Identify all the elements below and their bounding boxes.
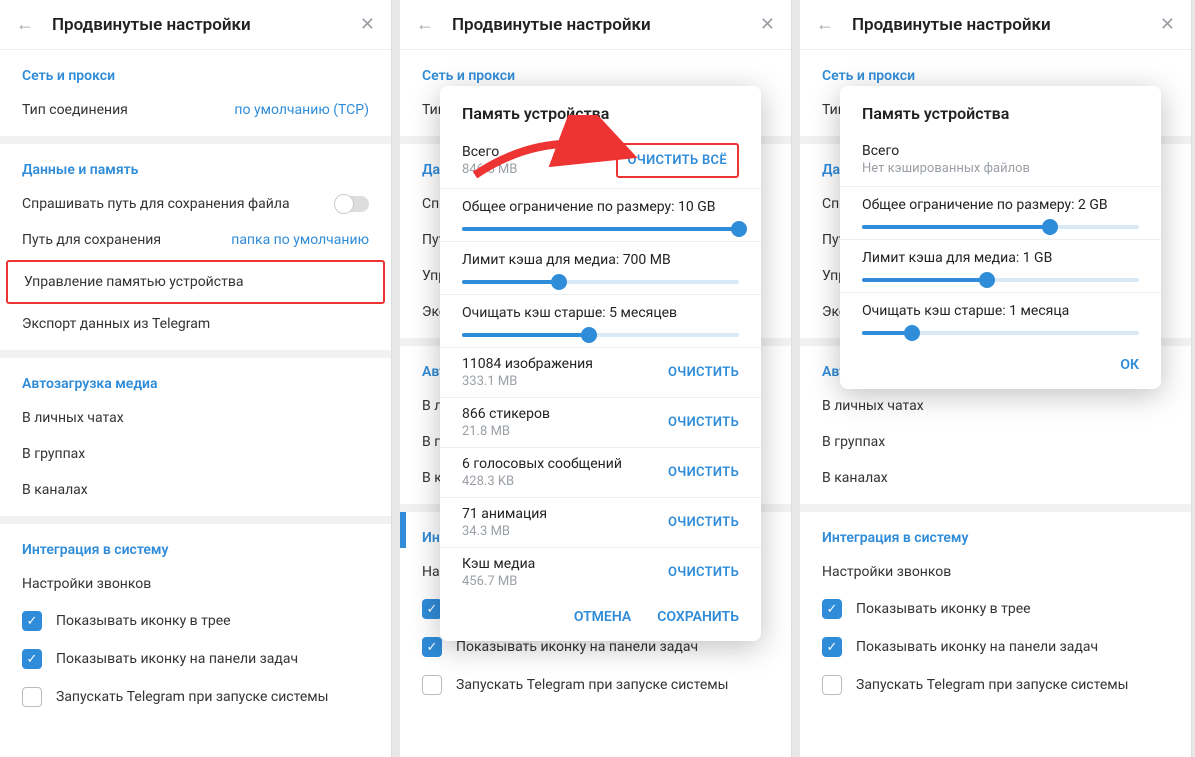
section-system: Интеграция в систему Настройки звонков ✓… — [0, 524, 391, 724]
panel-header: ← Продвинутые настройки ✕ — [0, 0, 391, 50]
media-breakdown-list: 11084 изображения333.1 MB ОЧИСТИТЬ 866 с… — [440, 348, 761, 597]
close-icon[interactable]: ✕ — [760, 14, 775, 35]
section-data: Данные и память Спрашивать путь для сохр… — [0, 144, 391, 358]
clear-all-button[interactable]: ОЧИСТИТЬ ВСЁ — [616, 143, 739, 178]
close-icon[interactable]: ✕ — [1160, 14, 1175, 35]
storage-total-row: Всего 846.5 MB ОЧИСТИТЬ ВСЁ — [440, 133, 761, 189]
dialog-title: Память устройства — [840, 104, 1161, 133]
row-calls[interactable]: Настройки звонков — [0, 566, 391, 602]
panel-title: Продвинутые настройки — [852, 15, 1160, 35]
media-row-images: 11084 изображения333.1 MB ОЧИСТИТЬ — [440, 348, 761, 398]
taskbar-label: Показывать иконку на панели задач — [56, 651, 298, 667]
dialog-actions: ОК — [840, 345, 1161, 383]
ask-path-label: Спрашивать путь для сохранения файла — [22, 196, 290, 212]
slider-media-limit[interactable]: Лимит кэша для медиа: 700 MB — [440, 242, 761, 295]
settings-panel-2: ← Продвинутые настройки ✕ Сеть и прокси … — [400, 0, 792, 757]
clear-images-button[interactable]: ОЧИСТИТЬ — [668, 365, 739, 380]
row-ask-path[interactable]: Спрашивать путь для сохранения файла — [0, 186, 391, 222]
row-autostart[interactable]: Запускать Telegram при запуске системы — [0, 678, 391, 716]
media-row-voice: 6 голосовых сообщений428.3 KB ОЧИСТИТЬ — [440, 448, 761, 498]
clear-gifs-button[interactable]: ОЧИСТИТЬ — [668, 515, 739, 530]
slider-media-limit[interactable]: Лимит кэша для медиа: 1 GB — [840, 240, 1161, 293]
row-manage-storage[interactable]: Управление памятью устройства — [6, 260, 385, 304]
total-label: Всего — [462, 144, 517, 160]
panel-title: Продвинутые настройки — [52, 15, 360, 35]
dialog-title: Память устройства — [440, 104, 761, 133]
tray-label: Показывать иконку в трее — [56, 613, 231, 629]
total-value: 846.5 MB — [462, 162, 517, 177]
section-title-network: Сеть и прокси — [0, 58, 391, 92]
panel-header: ← Продвинутые настройки ✕ — [400, 0, 791, 50]
row-taskbar[interactable]: ✓ Показывать иконку на панели задач — [0, 640, 391, 678]
clear-voice-button[interactable]: ОЧИСТИТЬ — [668, 465, 739, 480]
row-connection-type[interactable]: Тип соединения по умолчанию (TCP) — [0, 92, 391, 128]
clear-cache-button[interactable]: ОЧИСТИТЬ — [668, 565, 739, 580]
section-autoload: Автозагрузка медиа В личных чатах В груп… — [0, 358, 391, 524]
slider-clear-older[interactable]: Очищать кэш старше: 1 месяца — [840, 293, 1161, 345]
autostart-label: Запускать Telegram при запуске системы — [56, 689, 329, 705]
save-path-value: папка по умолчанию — [231, 232, 369, 248]
save-path-label: Путь для сохранения — [22, 232, 161, 248]
row-export[interactable]: Экспорт данных из Telegram — [0, 306, 391, 342]
cancel-button[interactable]: ОТМЕНА — [574, 609, 631, 625]
export-label: Экспорт данных из Telegram — [22, 316, 210, 332]
row-save-path[interactable]: Путь для сохранения папка по умолчанию — [0, 222, 391, 258]
close-icon[interactable]: ✕ — [360, 14, 375, 35]
back-icon[interactable]: ← — [816, 14, 834, 35]
row-autoload-channels[interactable]: В каналах — [0, 472, 391, 508]
section-title-data: Данные и память — [0, 152, 391, 186]
media-row-cache: Кэш медиа456.7 MB ОЧИСТИТЬ — [440, 548, 761, 597]
back-icon[interactable]: ← — [416, 14, 434, 35]
manage-storage-label: Управление памятью устройства — [24, 274, 243, 290]
media-row-stickers: 866 стикеров21.8 MB ОЧИСТИТЬ — [440, 398, 761, 448]
ok-button[interactable]: ОК — [1120, 357, 1139, 373]
panel-title: Продвинутые настройки — [452, 15, 760, 35]
media-row-gifs: 71 анимация34.3 MB ОЧИСТИТЬ — [440, 498, 761, 548]
clear-stickers-button[interactable]: ОЧИСТИТЬ — [668, 415, 739, 430]
checkbox-taskbar[interactable]: ✓ — [22, 649, 42, 669]
slider-size-limit[interactable]: Общее ограничение по размеру: 2 GB — [840, 187, 1161, 240]
checkbox-tray[interactable]: ✓ — [22, 611, 42, 631]
row-autoload-private[interactable]: В личных чатах — [0, 400, 391, 436]
connection-value: по умолчанию (TCP) — [234, 102, 369, 118]
panel-header: ← Продвинутые настройки ✕ — [800, 0, 1191, 50]
slider-clear-older[interactable]: Очищать кэш старше: 5 месяцев — [440, 295, 761, 348]
back-icon[interactable]: ← — [16, 14, 34, 35]
ask-path-toggle[interactable] — [335, 196, 369, 212]
slider-size-limit[interactable]: Общее ограничение по размеру: 10 GB — [440, 189, 761, 242]
storage-dialog: Память устройства Всего 846.5 MB ОЧИСТИТ… — [440, 86, 761, 641]
settings-panel-3: ← Продвинутые настройки ✕ Сеть и прокси … — [800, 0, 1192, 757]
row-tray[interactable]: ✓ Показывать иконку в трее — [0, 602, 391, 640]
storage-dialog-empty: Память устройства Всего Нет кэшированных… — [840, 86, 1161, 389]
storage-total-row: Всего Нет кэшированных файлов — [840, 133, 1161, 187]
settings-panel-1: ← Продвинутые настройки ✕ Сеть и прокси … — [0, 0, 392, 757]
section-network: Сеть и прокси Тип соединения по умолчани… — [0, 50, 391, 144]
dialog-actions: ОТМЕНА СОХРАНИТЬ — [440, 597, 761, 635]
checkbox-autostart[interactable] — [22, 687, 42, 707]
connection-label: Тип соединения — [22, 102, 128, 118]
section-title-autoload: Автозагрузка медиа — [0, 366, 391, 400]
row-autoload-groups[interactable]: В группах — [0, 436, 391, 472]
section-title-system: Интеграция в систему — [0, 532, 391, 566]
save-button[interactable]: СОХРАНИТЬ — [657, 609, 739, 625]
